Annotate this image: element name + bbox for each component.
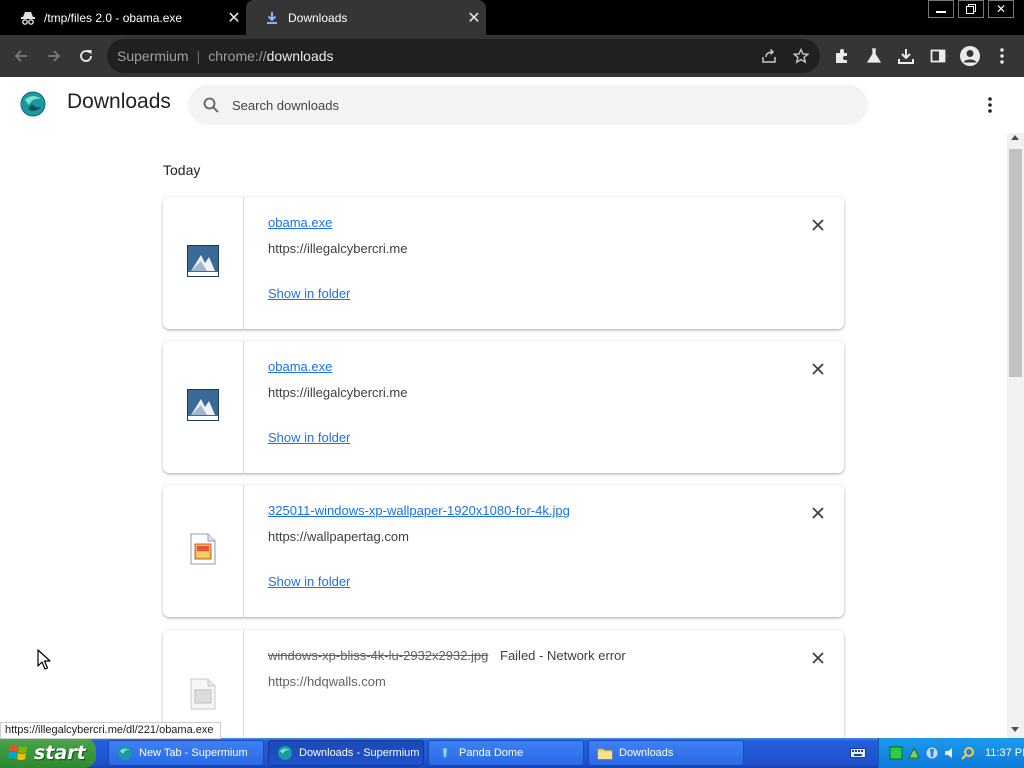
start-label: start: [34, 742, 86, 764]
generic-file-icon: [190, 678, 216, 715]
address-host: Supermium: [117, 48, 189, 64]
address-path: downloads: [266, 48, 334, 64]
source-url[interactable]: https://wallpapertag.com: [268, 529, 409, 544]
panda-tray-icon[interactable]: [925, 746, 939, 760]
downloads-toolbar-icon[interactable]: [896, 46, 916, 66]
date-group-label: Today: [163, 162, 201, 178]
close-window-icon[interactable]: ✕: [988, 0, 1014, 18]
mouse-cursor-icon: [37, 649, 51, 671]
remove-download-icon[interactable]: [808, 215, 828, 235]
share-icon[interactable]: [760, 47, 778, 65]
file-name-link[interactable]: obama.exe: [268, 215, 332, 230]
language-bar-icon[interactable]: [850, 746, 866, 760]
taskbar-item-downloads-folder[interactable]: Downloads: [588, 740, 744, 766]
supermium-icon: [117, 745, 133, 761]
address-separator: |: [196, 48, 201, 64]
windows-flag-icon: [8, 743, 30, 763]
panda-dome-icon: [437, 745, 453, 761]
green-app-tray-icon[interactable]: [889, 746, 903, 760]
source-url[interactable]: https://illegalcybercri.me: [268, 241, 407, 256]
download-icon: [264, 10, 280, 26]
remove-download-icon[interactable]: [808, 359, 828, 379]
downloads-page: Downloads Today obama.exe https://illega…: [0, 77, 1024, 738]
remove-download-icon[interactable]: [808, 648, 828, 668]
reload-icon[interactable]: [71, 41, 101, 71]
address-scheme: chrome://: [208, 48, 267, 64]
tab-title: Downloads: [288, 10, 348, 25]
tab-strip: /tmp/files 2.0 - obama.exe ✕ Downloads ✕…: [0, 0, 1024, 35]
file-name-link[interactable]: 325011-windows-xp-wallpaper-1920x1080-fo…: [268, 503, 570, 518]
taskbar-item-downloads-supermium[interactable]: Downloads - Supermium: [268, 740, 424, 766]
side-panel-icon[interactable]: [928, 46, 948, 66]
browser-menu-icon[interactable]: [992, 46, 1012, 66]
download-item: 325011-windows-xp-wallpaper-1920x1080-fo…: [163, 485, 844, 617]
taskbar-item-label: New Tab - Supermium: [139, 747, 248, 759]
taskbar-item-new-tab[interactable]: New Tab - Supermium: [108, 740, 264, 766]
file-name-link[interactable]: obama.exe: [268, 359, 332, 374]
exe-icon: [187, 388, 219, 426]
network-tray-icon[interactable]: [907, 746, 921, 760]
scrollbar-thumb[interactable]: [1009, 149, 1022, 377]
download-item: obama.exe https://illegalcybercri.me Sho…: [163, 341, 844, 473]
more-actions-icon[interactable]: [978, 93, 1002, 117]
file-name-link[interactable]: windows-xp-bliss-4k-lu-2932x2932.jpg: [268, 648, 488, 663]
tab-downloads[interactable]: Downloads ✕: [246, 0, 486, 35]
restore-icon[interactable]: [958, 0, 984, 18]
browser-toolbar: Supermium | chrome://downloads: [0, 35, 1024, 77]
link-status-bubble: https://illegalcybercri.me/dl/221/obama.…: [0, 722, 221, 739]
source-url[interactable]: https://illegalcybercri.me: [268, 385, 407, 400]
profile-avatar-icon[interactable]: [958, 44, 982, 68]
bookmark-star-icon[interactable]: [792, 47, 810, 65]
labs-flask-icon[interactable]: [864, 46, 884, 66]
taskbar-item-label: Panda Dome: [459, 747, 524, 759]
window-controls: ✕: [924, 0, 1014, 18]
download-status: Failed - Network error: [500, 648, 626, 663]
show-in-folder-link[interactable]: Show in folder: [268, 574, 350, 589]
forward-icon[interactable]: [39, 41, 69, 71]
show-in-folder-link[interactable]: Show in folder: [268, 430, 350, 445]
start-button[interactable]: start: [0, 738, 96, 768]
image-file-icon: [190, 533, 216, 570]
source-url[interactable]: https://hdqwalls.com: [268, 674, 386, 689]
search-input[interactable]: [232, 85, 852, 125]
windows-taskbar: start New Tab - Supermium Downloads - Su…: [0, 738, 1024, 768]
extensions-icon[interactable]: [832, 46, 852, 66]
remove-download-icon[interactable]: [808, 503, 828, 523]
folder-icon: [597, 745, 613, 761]
search-icon: [202, 96, 220, 114]
supermium-icon: [277, 745, 293, 761]
download-item: obama.exe https://illegalcybercri.me Sho…: [163, 197, 844, 329]
exe-icon: [187, 244, 219, 282]
address-bar[interactable]: Supermium | chrome://downloads: [107, 39, 820, 73]
file-icon-column: [163, 197, 244, 329]
supermium-logo-icon: [20, 91, 46, 117]
taskbar-item-label: Downloads: [619, 747, 674, 759]
search-box[interactable]: [188, 85, 868, 125]
back-icon[interactable]: [6, 41, 36, 71]
file-icon-column: [163, 341, 244, 473]
download-item-failed: windows-xp-bliss-4k-lu-2932x2932.jpg Fai…: [163, 630, 844, 738]
scroll-up-arrow-icon[interactable]: [1011, 135, 1019, 140]
search-tray-icon[interactable]: [961, 746, 975, 760]
taskbar-item-panda-dome[interactable]: Panda Dome: [428, 740, 584, 766]
page-title: Downloads: [67, 90, 171, 113]
system-tray: 11:37 PM: [878, 738, 1024, 768]
page-scrollbar[interactable]: [1007, 133, 1024, 738]
incognito-icon: [20, 10, 36, 26]
address-text: Supermium | chrome://downloads: [117, 48, 334, 64]
system-clock: 11:37 PM: [985, 747, 1024, 759]
tab-tmp-files[interactable]: /tmp/files 2.0 - obama.exe ✕: [2, 0, 247, 35]
page-header: Downloads: [0, 77, 1024, 133]
volume-tray-icon[interactable]: [943, 746, 957, 760]
show-in-folder-link[interactable]: Show in folder: [268, 286, 350, 301]
tab-title: /tmp/files 2.0 - obama.exe: [44, 10, 183, 25]
close-tab-icon[interactable]: ✕: [222, 8, 246, 28]
minimize-icon[interactable]: [928, 0, 954, 18]
close-tab-icon[interactable]: ✕: [462, 8, 486, 28]
taskbar-item-label: Downloads - Supermium: [299, 747, 420, 759]
file-icon-column: [163, 485, 244, 617]
scroll-down-arrow-icon[interactable]: [1011, 727, 1019, 732]
